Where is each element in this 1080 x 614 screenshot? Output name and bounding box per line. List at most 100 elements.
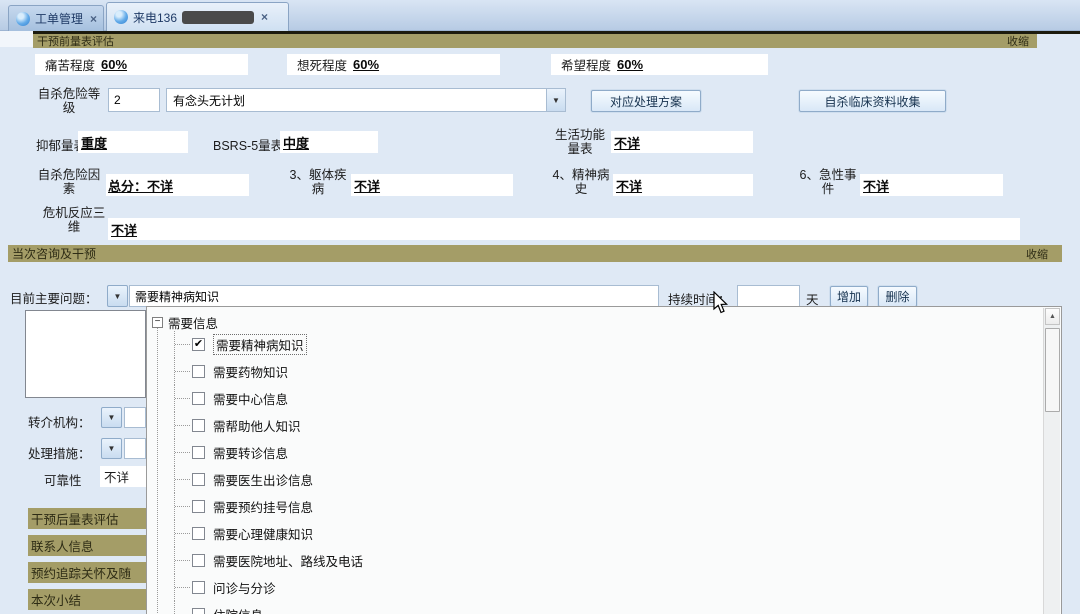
reliability-field[interactable]: 不详 [100,466,146,487]
tree-branch-line [174,601,175,614]
tree-item-label[interactable]: 需要精神病知识 [213,334,307,355]
tree-item-label[interactable]: 需要预约挂号信息 [213,497,313,516]
tree-item[interactable]: ✔ 需要精神病知识 [147,331,1043,358]
tree-item[interactable]: 需要转诊信息 [147,439,1043,466]
tree-item[interactable]: 需帮助他人知识 [147,412,1043,439]
tab-incoming-call[interactable]: 来电136 × [106,2,289,31]
tree-branch-line [174,520,175,547]
tree-item[interactable]: 需要药物知识 [147,358,1043,385]
close-tab-icon[interactable]: × [261,10,268,24]
field-label: 想死程度 [297,55,347,74]
corresponding-plan-button[interactable]: 对应处理方案 [591,90,701,112]
section-header-contact-info[interactable]: 联系人信息 [28,535,146,556]
scroll-up-button[interactable]: ▲ [1045,308,1060,325]
tree-item-label[interactable]: 需要转诊信息 [213,443,288,462]
tree-item[interactable]: 需要心理健康知识 [147,520,1043,547]
tree-item[interactable]: 需要医生出诊信息 [147,466,1043,493]
field-value: 不详 [863,176,889,195]
section-header-post-assessment[interactable]: 干预后量表评估 [28,508,146,529]
field-value: 不详 [616,176,642,195]
field-value: 不详 [354,176,380,195]
checkbox-icon[interactable] [192,608,205,614]
tree-item-label[interactable]: 需要医院地址、路线及电话 [213,551,363,570]
field-value: 60% [353,57,379,72]
field-label: 痛苦程度 [45,55,95,74]
bsrs5-scale-field[interactable]: 中度 [280,131,378,153]
checkbox-icon[interactable]: ✔ [192,338,205,351]
section-header-followup-care[interactable]: 预约追踪关怀及随 [28,562,146,583]
close-tab-icon[interactable]: × [90,12,97,26]
referral-agency-dropdown-button[interactable]: ▼ [101,407,122,428]
checkbox-icon[interactable] [192,473,205,486]
duration-input[interactable] [737,285,800,307]
notes-textarea[interactable] [25,310,146,398]
tree-item-label[interactable]: 需要中心信息 [213,389,288,408]
tree-item[interactable]: 住院信息 [147,601,1043,614]
tree-branch-line [174,547,175,574]
referral-agency-field[interactable] [124,407,146,428]
tree-collapse-icon[interactable]: − [152,317,163,328]
psychiatric-history-field[interactable]: 不详 [613,174,753,196]
referral-agency-label: 转介机构： [28,412,91,431]
checkbox-icon[interactable] [192,554,205,567]
chevron-down-icon[interactable]: ▼ [546,89,565,111]
tree-item-label[interactable]: 住院信息 [213,605,263,614]
tree-root-row[interactable]: − 需要信息 [147,313,218,331]
section-header-pre-assessment[interactable]: 干预前量表评估 收缩 [33,34,1037,48]
checkbox-icon[interactable] [192,419,205,432]
tree-item-label[interactable]: 需帮助他人知识 [213,416,301,435]
tree-item-label[interactable]: 需要心理健康知识 [213,524,313,543]
tree-item-label[interactable]: 需要医生出诊信息 [213,470,313,489]
section-header-current-consult[interactable]: 当次咨询及干预 收缩 [8,245,1062,262]
tree-item[interactable]: 问诊与分诊 [147,574,1043,601]
add-button[interactable]: 增加 [830,286,868,307]
tree-item-label[interactable]: 问诊与分诊 [213,578,276,597]
scrollbar-thumb[interactable] [1045,328,1060,412]
checkbox-icon[interactable] [192,365,205,378]
tree-item[interactable]: 需要中心信息 [147,385,1043,412]
physical-illness-field[interactable]: 不详 [351,174,513,196]
risk-factor-total-field[interactable]: 总分：不详 [106,174,249,196]
tab-work-order-management[interactable]: 工单管理 × [8,5,104,31]
section-header-session-summary[interactable]: 本次小结 [28,589,146,610]
field-death-wish-level[interactable]: 想死程度 60% [287,54,500,75]
checkbox-icon[interactable] [192,581,205,594]
tree-item[interactable]: 需要医院地址、路线及电话 [147,547,1043,574]
tree-item[interactable]: 需要预约挂号信息 [147,493,1043,520]
main-problem-dropdown-button[interactable]: ▼ [107,285,128,307]
field-hope-level[interactable]: 希望程度 60% [551,54,768,75]
checkbox-icon[interactable] [192,392,205,405]
physical-illness-label: 3、躯体疾病 [286,168,350,196]
app-globe-icon [16,12,30,26]
vertical-scrollbar[interactable]: ▲ [1043,308,1060,614]
psychiatric-history-label: 4、精神病史 [550,168,612,196]
tree-branch-line [174,466,175,493]
life-function-scale-field[interactable]: 不详 [611,131,753,153]
checkbox-icon[interactable] [192,527,205,540]
field-pain-level[interactable]: 痛苦程度 60% [35,54,248,75]
checkbox-icon[interactable] [192,500,205,513]
depression-scale-field[interactable]: 重度 [78,131,188,153]
risk-level-combo[interactable]: 有念头无计划 ▼ [166,88,566,112]
tree-root-label: 需要信息 [168,313,218,332]
delete-button[interactable]: 删除 [878,286,917,307]
checkbox-icon[interactable] [192,446,205,459]
life-function-scale-label: 生活功能量表 [549,128,611,156]
tree-branch-line [174,493,175,520]
field-value: 总分：不详 [108,176,173,195]
crisis-reaction-field[interactable]: 不详 [108,218,1020,240]
collapse-button[interactable]: 收缩 [1026,246,1048,262]
handling-measures-dropdown-button[interactable]: ▼ [101,438,122,459]
acute-event-field[interactable]: 不详 [860,174,1003,196]
field-value: 不详 [614,133,640,152]
reliability-label: 可靠性 [44,470,82,489]
handling-measures-field[interactable] [124,438,146,459]
tree-item-label[interactable]: 需要药物知识 [213,362,288,381]
content-margin [0,31,33,47]
collapse-button[interactable]: 收缩 [1007,33,1029,49]
suicide-clinical-data-button[interactable]: 自杀临床资料收集 [799,90,946,112]
risk-level-input[interactable] [108,88,160,112]
field-value: 60% [101,57,127,72]
bsrs5-scale-label: BSRS-5量表 [213,135,283,154]
main-problem-input[interactable] [129,285,659,307]
